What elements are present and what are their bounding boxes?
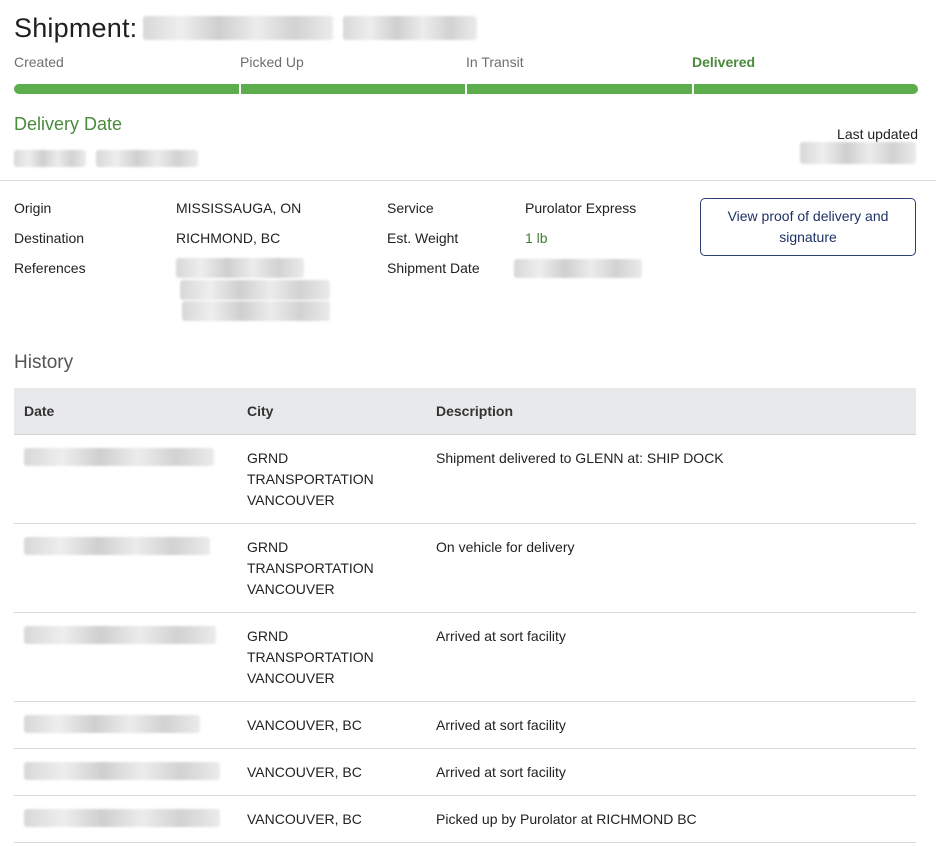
city-line: VANCOUVER, BC	[247, 811, 362, 827]
history-table: Date City Description GRND TRANSPORTATIO…	[14, 388, 916, 843]
destination-label: Destination	[14, 230, 85, 246]
origin-value: MISSISSAUGA, ON	[176, 200, 302, 216]
progress-steps: Created Picked Up In Transit Delivered	[14, 54, 918, 76]
redacted-reference-2	[180, 280, 330, 300]
history-date-cell	[14, 613, 237, 701]
city-line: TRANSPORTATION	[247, 471, 374, 487]
progress-bar	[14, 84, 918, 94]
redacted-delivery-date	[14, 150, 86, 167]
city-line: GRND	[247, 539, 289, 555]
city-line: VANCOUVER	[247, 670, 335, 686]
city-line: VANCOUVER, BC	[247, 764, 362, 780]
column-header-date[interactable]: Date	[14, 403, 237, 419]
redacted-tracking-number	[143, 16, 334, 40]
history-city-cell: VANCOUVER, BC	[237, 749, 426, 795]
history-description-cell: On vehicle for delivery	[436, 539, 575, 555]
page-title-row: Shipment:	[14, 8, 478, 48]
city-line: GRND	[247, 450, 289, 466]
progress-segment-picked-up	[240, 84, 465, 94]
redacted-history-date	[24, 448, 214, 466]
section-divider	[0, 180, 936, 181]
history-date-cell	[14, 435, 237, 523]
history-city-cell: GRND TRANSPORTATION VANCOUVER	[237, 524, 426, 612]
redacted-history-date	[24, 762, 220, 780]
references-label: References	[14, 260, 86, 276]
history-date-cell	[14, 702, 237, 748]
table-row: GRND TRANSPORTATION VANCOUVER Shipment d…	[14, 435, 916, 524]
shipment-tracking-page: Shipment: Created Picked Up In Transit D…	[0, 0, 936, 846]
history-city-cell: VANCOUVER, BC	[237, 702, 426, 748]
delivery-date-heading: Delivery Date	[14, 114, 123, 134]
history-table-header: Date City Description	[14, 388, 916, 435]
history-date-cell	[14, 524, 237, 612]
history-description-cell: Arrived at sort facility	[436, 717, 566, 733]
history-city-cell: GRND TRANSPORTATION VANCOUVER	[237, 435, 426, 523]
progress-segment-in-transit	[467, 84, 692, 94]
history-city-cell: VANCOUVER, BC	[237, 796, 426, 842]
progress-segment-created	[14, 84, 239, 94]
city-line: VANCOUVER	[247, 492, 335, 508]
history-description-cell: Arrived at sort facility	[436, 764, 566, 780]
view-proof-of-delivery-button[interactable]: View proof of delivery and signature	[700, 198, 916, 256]
table-row: VANCOUVER, BC Picked up by Purolator at …	[14, 796, 916, 843]
table-row: GRND TRANSPORTATION VANCOUVER On vehicle…	[14, 524, 916, 613]
history-description-cell: Shipment delivered to GLENN at: SHIP DOC…	[436, 450, 724, 466]
step-picked-up: Picked Up	[240, 54, 304, 70]
redacted-last-updated-value	[800, 142, 916, 164]
history-city-cell: GRND TRANSPORTATION VANCOUVER	[237, 613, 426, 701]
history-description-cell: Picked up by Purolator at RICHMOND BC	[436, 811, 697, 827]
history-date-cell	[14, 749, 237, 795]
weight-label: Est. Weight	[387, 230, 459, 246]
column-header-description[interactable]: Description	[426, 403, 916, 419]
service-value: Purolator Express	[525, 200, 637, 216]
redacted-history-date	[24, 809, 220, 827]
redacted-reference-1	[176, 258, 304, 278]
page-title: Shipment:	[14, 12, 138, 43]
history-date-cell	[14, 796, 237, 842]
city-line: VANCOUVER	[247, 581, 335, 597]
city-line: GRND	[247, 628, 289, 644]
origin-label: Origin	[14, 200, 52, 216]
city-line: TRANSPORTATION	[247, 560, 374, 576]
redacted-history-date	[24, 626, 216, 644]
table-row: VANCOUVER, BC Arrived at sort facility	[14, 749, 916, 796]
table-row: GRND TRANSPORTATION VANCOUVER Arrived at…	[14, 613, 916, 702]
progress-segment-delivered	[693, 84, 918, 94]
destination-value: RICHMOND, BC	[176, 230, 281, 246]
redacted-history-date	[24, 715, 200, 733]
city-line: VANCOUVER, BC	[247, 717, 362, 733]
service-label: Service	[387, 200, 434, 216]
redacted-history-date	[24, 537, 210, 555]
redacted-delivery-time	[96, 150, 198, 167]
step-created: Created	[14, 54, 64, 70]
table-row: VANCOUVER, BC Arrived at sort facility	[14, 702, 916, 749]
history-heading: History	[14, 352, 74, 373]
shipment-date-label: Shipment Date	[387, 260, 480, 276]
redacted-reference-3	[182, 301, 330, 321]
city-line: TRANSPORTATION	[247, 649, 374, 665]
step-delivered: Delivered	[692, 54, 756, 70]
column-header-city[interactable]: City	[237, 403, 426, 419]
history-description-cell: Arrived at sort facility	[436, 628, 566, 644]
last-updated-label: Last updated	[837, 126, 918, 142]
redacted-shipment-date	[514, 259, 642, 278]
step-in-transit: In Transit	[466, 54, 524, 70]
redacted-tracking-suffix	[343, 16, 478, 40]
weight-value: 1 lb	[525, 230, 548, 246]
